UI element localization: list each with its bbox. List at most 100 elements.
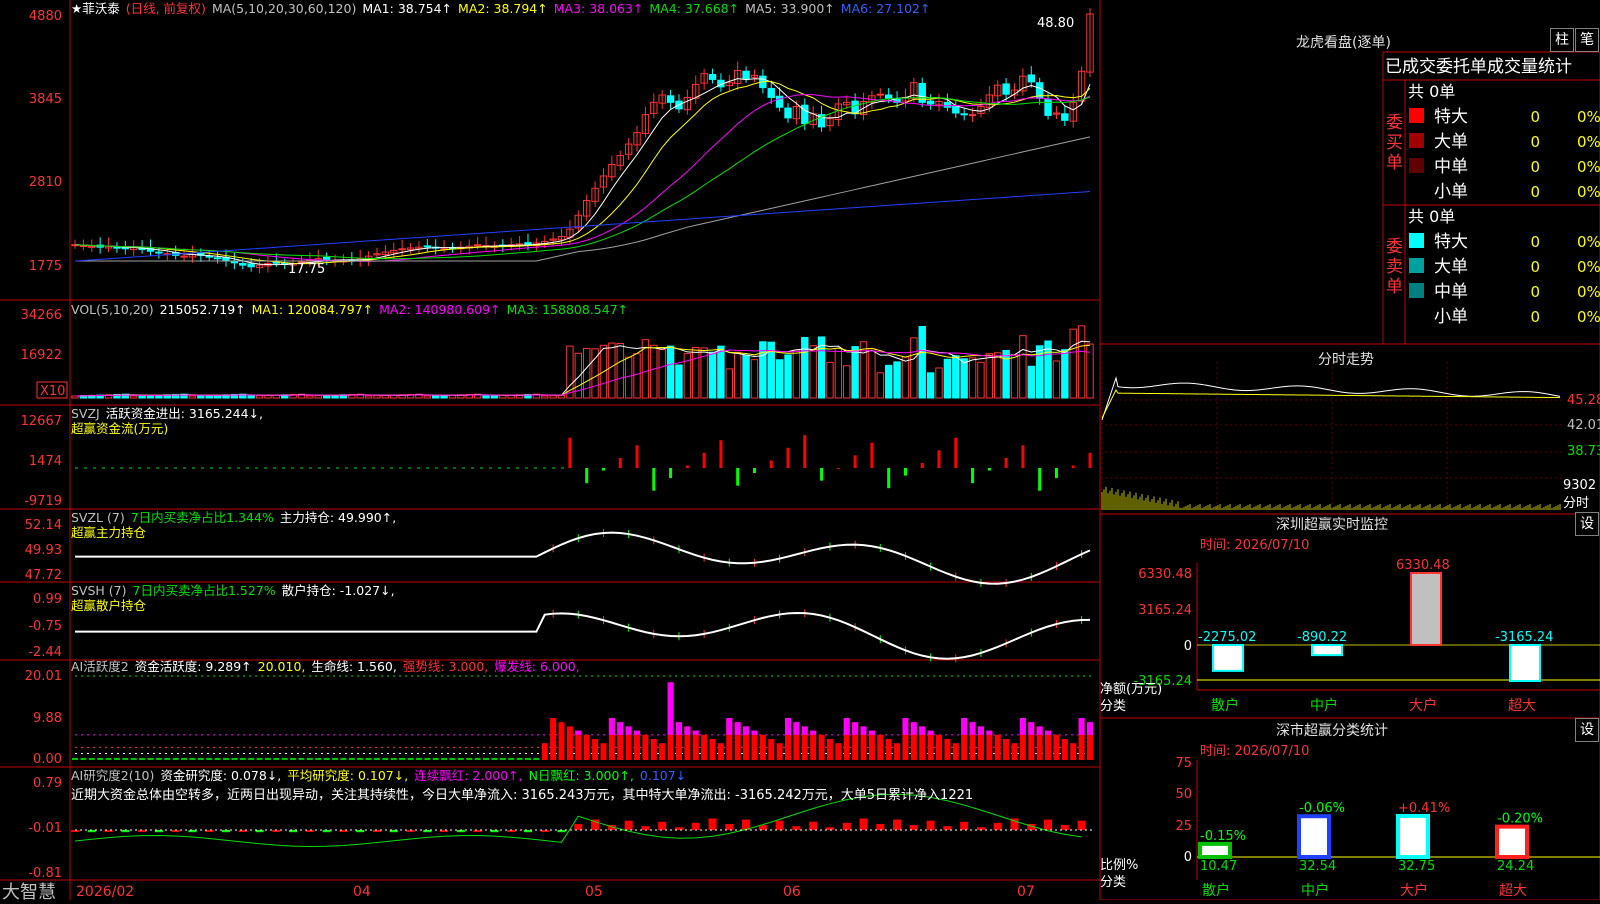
order-count: 0	[1530, 183, 1540, 201]
burst-bar	[667, 682, 674, 735]
research-bar	[876, 823, 885, 830]
candle-body	[784, 107, 792, 119]
bar-mode-button[interactable]: 柱	[1550, 28, 1574, 52]
monitor-category: 散户	[1211, 697, 1239, 714]
volume-bar	[499, 394, 507, 399]
research-bar	[909, 825, 918, 830]
burst-bar	[1045, 730, 1052, 735]
candle-body	[666, 95, 675, 103]
intraday-avg-line	[1101, 388, 1561, 419]
active-bar	[877, 734, 884, 760]
candle-body	[767, 87, 775, 98]
volume-bar	[432, 395, 440, 399]
active-bar	[373, 757, 380, 760]
volume-bar	[733, 351, 742, 399]
svzj-chart[interactable]	[75, 435, 1092, 491]
class-settings-button[interactable]: 设	[1575, 718, 1599, 742]
candle-body	[960, 113, 968, 116]
burst-bar	[734, 722, 741, 735]
longhu-header: 已成交委托单成交量统计	[1385, 57, 1572, 77]
sz-class-chart[interactable]: -0.15% 10.47 散户 -0.06% 32.54 中户 +0.41% 32.75 大户 -…	[1196, 760, 1600, 899]
active-bar	[818, 734, 825, 760]
burst-bar	[684, 726, 691, 735]
volume-bar	[633, 353, 641, 399]
burst-bar	[743, 726, 750, 735]
active-bar	[449, 757, 456, 760]
volume-chart[interactable]	[71, 325, 1094, 399]
svzl-label: SVZL (7)	[71, 510, 125, 525]
sz-monitor-chart[interactable]: -2275.02 散户 -890.22 中户 6330.48 大户 -3165.24 超大	[1196, 558, 1600, 714]
stock-name[interactable]: 菲沃泰	[82, 1, 120, 16]
price-chart[interactable]	[71, 8, 1094, 274]
active-bar	[642, 734, 649, 760]
order-type: 中单	[1434, 282, 1468, 302]
svzj-bar	[752, 468, 756, 474]
burst-bar	[785, 718, 792, 735]
order-pct: 0%	[1577, 308, 1600, 326]
monitor-settings-button[interactable]: 设	[1575, 512, 1599, 536]
intraday-axis: 45.28 42.01 38.73 9302 分时	[1563, 393, 1600, 511]
volume-bar	[381, 394, 390, 399]
svzl-axis-label: 52.14	[25, 518, 62, 533]
svsh-axis-label: -0.75	[28, 619, 62, 634]
ai2-research: 资金研究度: 0.078↓,	[160, 768, 282, 783]
active-bar	[1045, 730, 1052, 760]
active-bar	[189, 757, 196, 760]
tick-mode-button[interactable]: 笔	[1575, 28, 1599, 52]
active-bar	[927, 730, 934, 760]
volume-bar	[440, 394, 448, 399]
research-bar	[926, 820, 935, 830]
active-bar	[1011, 743, 1018, 760]
star-icon[interactable]: ★	[71, 1, 82, 16]
active-bar	[541, 743, 548, 760]
candle-body	[1027, 74, 1035, 83]
order-type: 大单	[1434, 132, 1468, 152]
active-bar	[558, 722, 565, 760]
ai2-axis-label: 0.79	[33, 776, 62, 791]
ma10-line	[74, 81, 1091, 265]
active-bar	[533, 757, 540, 760]
volume-bar	[876, 372, 884, 399]
monitor-category: 大户	[1409, 697, 1437, 714]
volume-bar	[985, 353, 994, 399]
volume-bar	[557, 394, 566, 399]
vol-ma1: MA1: 120084.797↑	[251, 302, 374, 317]
burst-bar	[1087, 722, 1093, 735]
volume-bar	[935, 367, 943, 399]
ai1-life: 生命线: 1.560,	[311, 659, 397, 674]
class-axis: 75	[1175, 756, 1192, 771]
svzj-axis: 12667 1474 -9719	[21, 414, 62, 509]
burst-bar	[692, 730, 699, 735]
active-bar	[155, 757, 162, 760]
ma5-value: MA5: 33.900↑	[745, 1, 835, 16]
order-type: 特大	[1434, 107, 1468, 127]
svzj-bar	[1021, 445, 1025, 468]
active-bar	[634, 730, 641, 760]
active-bar	[516, 757, 523, 760]
candle-body	[322, 256, 331, 260]
monitor-category: 超大	[1508, 698, 1536, 714]
high-price-label: 48.80	[1037, 16, 1074, 31]
monitor-value-label: -2275.02	[1198, 630, 1256, 645]
active-bar	[357, 757, 364, 760]
volume-bar	[775, 359, 784, 399]
research-bar	[993, 822, 1002, 830]
ai-active-chart[interactable]	[72, 675, 1095, 760]
legend-swatch	[1409, 233, 1424, 248]
volume-bar	[1061, 349, 1069, 399]
volume-bar	[264, 394, 272, 399]
class-xlabel: 分类	[1100, 875, 1126, 890]
active-bar	[415, 757, 422, 760]
burst-bar	[969, 722, 976, 735]
class-value-label: 10.47	[1200, 859, 1237, 874]
burst-bar	[675, 722, 682, 735]
svsh-chart[interactable]	[75, 609, 1091, 663]
svzj-bar	[954, 437, 958, 468]
volume-bar	[792, 349, 801, 399]
intraday-chart[interactable]	[1100, 362, 1562, 512]
order-count: 0	[1530, 133, 1540, 151]
volume-bar	[130, 395, 138, 399]
sell-rows: 特大 0 0% 大单 0 0% 中单 0 0% 小单 0 0%	[1409, 232, 1600, 327]
brand-logo: 大智慧	[2, 882, 56, 903]
burst-bar	[961, 718, 968, 735]
